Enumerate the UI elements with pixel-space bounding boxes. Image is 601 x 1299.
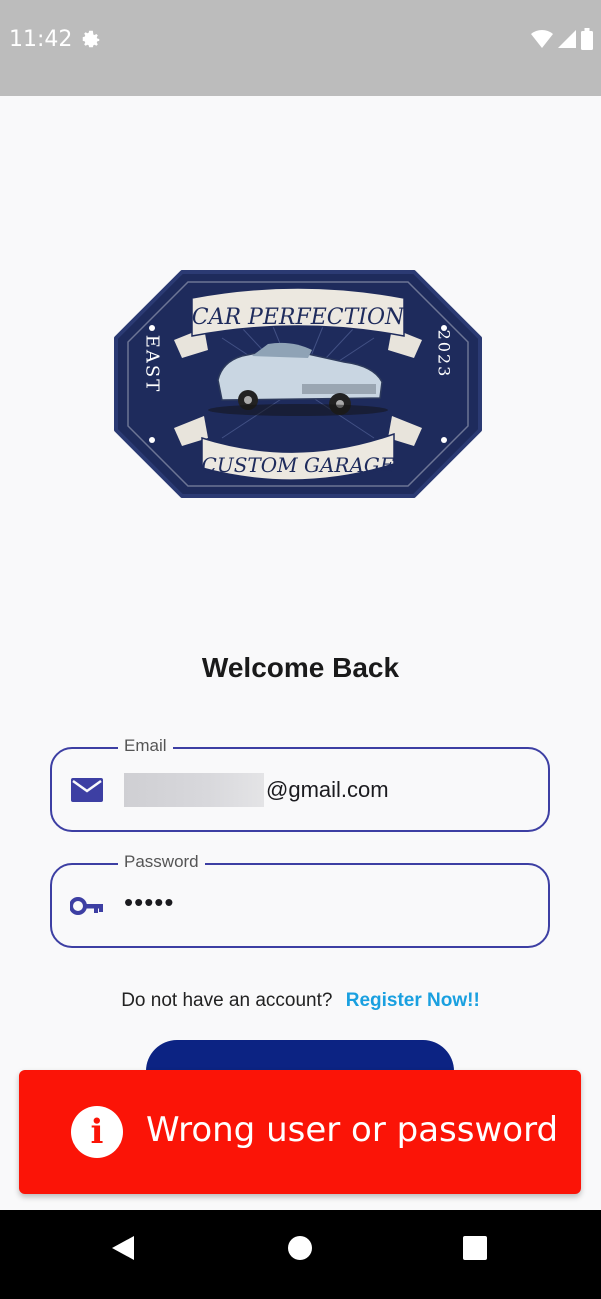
password-field[interactable]: Password •••••: [50, 852, 550, 948]
car-perfection-logo: CAR PERFECTION CUSTOM GARAGE EAST 2023: [114, 270, 482, 498]
logo-bottom-text: CUSTOM GARAGE: [202, 453, 395, 477]
register-row: Do not have an account? Register Now!!: [0, 990, 601, 1012]
register-now-link[interactable]: Register Now!!: [346, 990, 480, 1011]
status-bar: 11:42: [0, 0, 601, 96]
email-value[interactable]: @gmail.com: [124, 773, 389, 807]
register-question: Do not have an account?: [121, 990, 333, 1011]
welcome-heading: Welcome Back: [201, 652, 400, 683]
error-toast: i Wrong user or password: [19, 1070, 581, 1194]
email-field[interactable]: Email @gmail.com: [50, 736, 550, 832]
recents-icon[interactable]: [457, 1230, 493, 1266]
toast-message: Wrong user or password: [146, 1110, 559, 1150]
redacted-email-prefix: [124, 773, 264, 807]
email-label: Email: [118, 736, 173, 756]
key-icon: [70, 897, 103, 915]
cell-signal-icon: [558, 30, 576, 48]
mail-icon: [71, 778, 103, 802]
email-domain: @gmail.com: [266, 777, 389, 802]
info-icon: i: [71, 1106, 123, 1158]
back-icon[interactable]: [106, 1230, 142, 1266]
password-label: Password: [118, 852, 205, 872]
logo-left-text: EAST: [142, 335, 163, 393]
settings-gear-icon: [82, 30, 100, 48]
navigation-bar: [0, 1210, 601, 1299]
status-indicators: [531, 28, 593, 50]
wifi-icon: [531, 29, 553, 48]
status-time: 11:42: [9, 27, 73, 52]
battery-icon: [581, 28, 593, 50]
logo-right-text: 2023: [435, 330, 454, 379]
logo-top-text: CAR PERFECTION: [192, 305, 405, 330]
password-value[interactable]: •••••: [124, 887, 175, 918]
home-icon[interactable]: [282, 1230, 318, 1266]
